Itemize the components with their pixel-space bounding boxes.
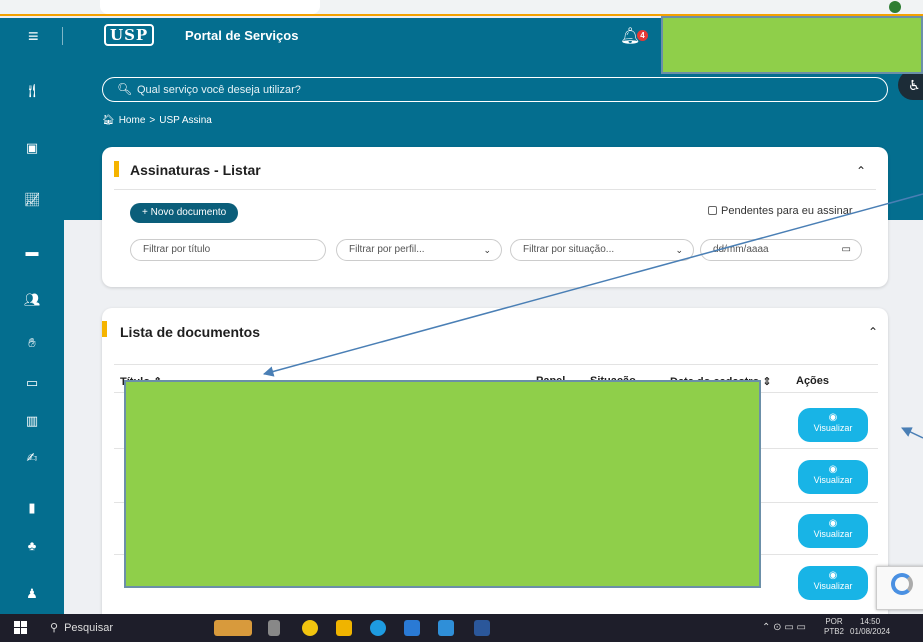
view-button[interactable]: ◉ Visualizar <box>798 566 868 600</box>
filter-date-value: dd/mm/aaaa <box>713 244 769 255</box>
system-tray-icons[interactable]: ⌃ ⊙ ▭ ▭ <box>762 622 806 633</box>
restaurant-icon[interactable]: 🍴︎ <box>24 83 41 99</box>
redaction-box <box>661 16 923 74</box>
chevron-up-icon[interactable]: ⌃ <box>856 164 866 178</box>
id-card-icon[interactable]: ▣ <box>24 140 40 156</box>
person-icon[interactable]: ♟︎ <box>24 586 40 602</box>
chart-icon[interactable]: 📈︎ <box>24 192 41 208</box>
chevron-down-icon: ⌄ <box>675 245 683 255</box>
column-header-actions: Ações <box>796 375 830 387</box>
header-divider <box>62 27 63 45</box>
service-search[interactable]: 🔍︎ <box>102 77 888 102</box>
filter-title-placeholder: Filtrar por título <box>143 244 211 255</box>
breadcrumb: 🏠︎ Home > USP Assina <box>102 115 216 126</box>
file-explorer-icon[interactable] <box>336 620 352 636</box>
calendar-icon[interactable]: ▭ <box>842 240 851 260</box>
browser-tab-strip <box>0 0 923 16</box>
search-input[interactable] <box>137 81 837 99</box>
view-button[interactable]: ◉ Visualizar <box>798 408 868 442</box>
language-indicator[interactable]: POR PTB2 <box>824 617 844 637</box>
building-icon[interactable]: ▥ <box>24 413 40 429</box>
accessibility-icon[interactable]: ♿︎ <box>898 70 923 100</box>
browser-tab[interactable] <box>100 0 320 14</box>
task-view-icon[interactable] <box>268 620 280 636</box>
view-button[interactable]: ◉ Visualizar <box>798 460 868 494</box>
taskbar-clock[interactable]: 14:50 01/08/2024 <box>850 617 890 637</box>
search-icon: 🔍︎ <box>117 82 133 96</box>
hand-icon[interactable]: ✋︎ <box>24 335 40 351</box>
title-accent <box>114 161 119 177</box>
recaptcha-icon <box>891 573 913 595</box>
title-accent <box>102 321 107 337</box>
filter-profile-value: Filtrar por perfil... <box>349 244 425 255</box>
book-icon[interactable]: ▮ <box>24 500 40 516</box>
breadcrumb-home[interactable]: Home <box>119 115 146 126</box>
credit-card-icon[interactable]: ▭ <box>24 375 40 391</box>
redaction-box <box>124 380 761 588</box>
windows-start-icon[interactable] <box>14 621 27 634</box>
eye-icon: ◉ <box>828 412 838 423</box>
view-button-label: Visualizar <box>813 581 853 591</box>
arrow-to-view-button <box>901 427 923 439</box>
recaptcha-badge[interactable] <box>876 566 923 610</box>
windows-taskbar: ⚲ Pesquisar ⌃ ⊙ ▭ ▭ POR PTB2 14:50 01/08/20… <box>0 614 923 642</box>
store-icon[interactable] <box>404 620 420 636</box>
users-icon[interactable]: 👥︎ <box>24 292 41 308</box>
pending-label: Pendentes para eu assinar <box>721 205 853 217</box>
briefcase-icon[interactable]: ▬ <box>24 244 40 260</box>
usp-logo[interactable]: USP <box>104 24 155 46</box>
search-icon: ⚲ <box>50 622 59 634</box>
taskbar-search[interactable]: ⚲ Pesquisar <box>50 621 113 634</box>
filter-profile-select[interactable]: Filtrar por perfil... ⌄ <box>336 239 502 261</box>
filter-status-value: Filtrar por situação... <box>523 244 615 255</box>
word-icon[interactable] <box>474 620 490 636</box>
chrome-icon[interactable] <box>302 620 318 636</box>
signatures-list-card: Assinaturas - Listar ⌃ + Novo documento … <box>102 147 888 287</box>
weather-widget-icon[interactable] <box>214 620 252 636</box>
hamburger-icon[interactable]: ≡ <box>28 26 39 46</box>
breadcrumb-separator: > <box>149 115 156 126</box>
portal-title[interactable]: Portal de Serviços <box>185 28 298 43</box>
clock-time: 14:50 <box>860 617 881 626</box>
new-document-button[interactable]: + Novo documento <box>130 203 239 223</box>
breadcrumb-current: USP Assina <box>159 115 212 126</box>
view-button-label: Visualizar <box>813 423 853 433</box>
filter-status-select[interactable]: Filtrar por situação... ⌄ <box>510 239 694 261</box>
checkbox-icon[interactable] <box>708 206 717 215</box>
view-button[interactable]: ◉ Visualizar <box>798 514 868 548</box>
divider <box>114 364 878 365</box>
clock-date: 01/08/2024 <box>850 627 891 636</box>
eye-icon: ◉ <box>828 518 838 529</box>
home-icon[interactable]: 🏠︎ <box>102 115 115 126</box>
card-title: Assinaturas - Listar <box>130 162 261 178</box>
browser-profile-icon[interactable] <box>889 1 901 13</box>
signature-icon[interactable]: ✍︎ <box>24 450 40 466</box>
lang-bottom: PTB2 <box>824 627 845 636</box>
notification-badge: 4 <box>637 30 648 41</box>
edge-icon[interactable] <box>370 620 386 636</box>
sidebar: 🍴︎ ▣ 📈︎ ▬ 👥︎ ✋︎ ▭ ▥ ✍︎ ▮ ♣︎ ♟︎ <box>0 54 64 614</box>
filter-date-input[interactable]: dd/mm/aaaa ▭ <box>700 239 862 261</box>
filter-title-input[interactable]: Filtrar por título <box>130 239 326 261</box>
taskbar-search-label: Pesquisar <box>64 622 113 634</box>
eye-icon: ◉ <box>828 570 838 581</box>
chevron-up-icon[interactable]: ⌃ <box>868 325 878 339</box>
card-title: Lista de documentos <box>120 324 261 340</box>
mail-icon[interactable] <box>438 620 454 636</box>
divider <box>114 189 876 190</box>
chevron-down-icon: ⌄ <box>483 245 491 255</box>
view-button-label: Visualizar <box>813 475 853 485</box>
lang-top: POR <box>825 617 843 626</box>
view-button-label: Visualizar <box>813 529 853 539</box>
org-chart-icon[interactable]: ♣︎ <box>24 538 40 554</box>
eye-icon: ◉ <box>828 464 838 475</box>
pending-checkbox[interactable]: Pendentes para eu assinar <box>708 205 852 217</box>
